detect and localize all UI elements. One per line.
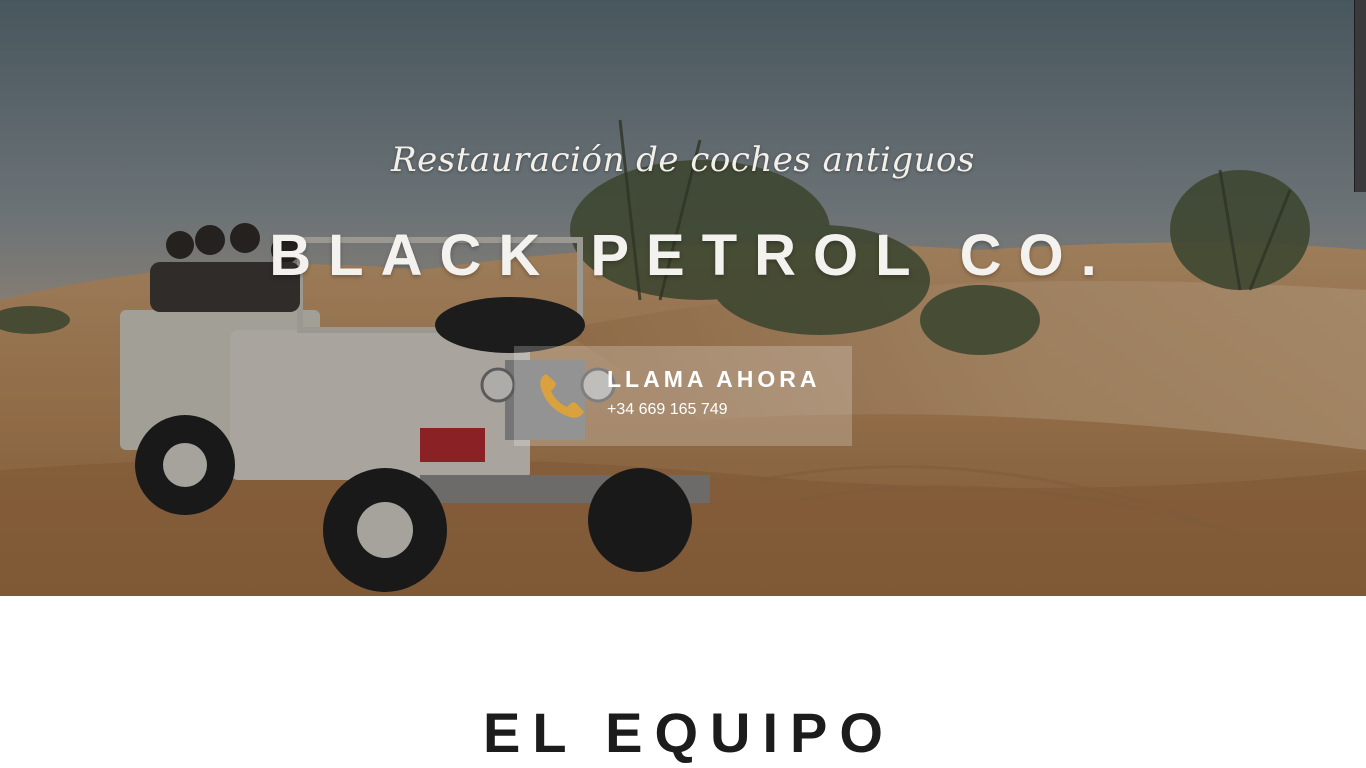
brand-title: BLACK PETROL CO. bbox=[269, 223, 1114, 288]
hero-section: Restauración de coches antiguos BLACK PE… bbox=[0, 0, 1366, 596]
scrollbar-thumb[interactable] bbox=[1354, 0, 1366, 192]
call-now-label: LLAMA AHORA bbox=[607, 366, 821, 392]
page: Restauración de coches antiguos BLACK PE… bbox=[0, 0, 1366, 768]
phone-number: +34 669 165 749 bbox=[607, 401, 728, 418]
team-section-title: EL EQUIPO bbox=[483, 701, 895, 764]
hero-overlay bbox=[0, 0, 1366, 596]
hero-tagline: Restauración de coches antiguos bbox=[391, 140, 975, 180]
call-now-button[interactable]: LLAMA AHORA +34 669 165 749 bbox=[514, 346, 852, 446]
phone-icon bbox=[540, 374, 584, 418]
team-section: EL EQUIPO bbox=[0, 596, 1366, 768]
